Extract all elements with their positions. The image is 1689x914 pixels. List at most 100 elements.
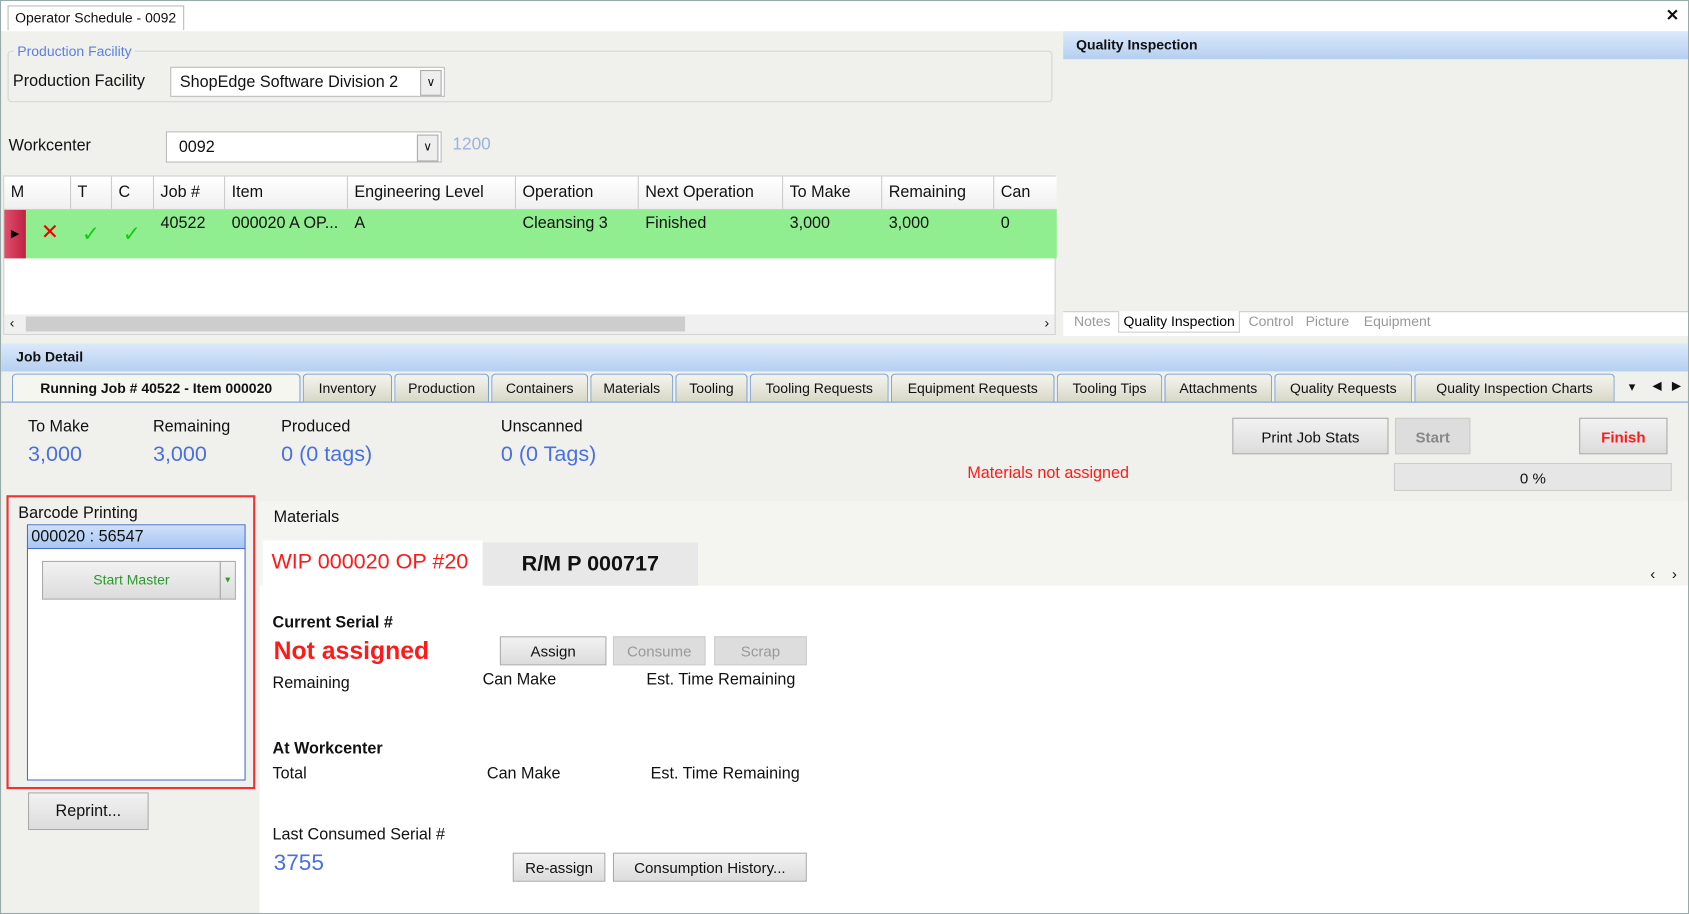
consumption-history-button[interactable]: Consumption History... bbox=[612, 852, 807, 882]
consume-button[interactable]: Consume bbox=[612, 636, 706, 666]
est-time-label: Est. Time Remaining bbox=[646, 670, 796, 690]
tab-picture[interactable]: Picture bbox=[1306, 313, 1350, 329]
current-serial-value: Not assigned bbox=[273, 636, 430, 665]
cell-item: 000020 A OP... bbox=[231, 214, 339, 233]
start-master-dropdown-icon[interactable]: ▼ bbox=[219, 560, 236, 600]
tab-tooling-tips[interactable]: Tooling Tips bbox=[1056, 373, 1163, 402]
col-operation[interactable]: Operation bbox=[516, 176, 639, 209]
facility-select[interactable]: ShopEdge Software Division 2 ∨ bbox=[170, 66, 445, 97]
tab-quality-inspection[interactable]: Quality Inspection bbox=[1118, 311, 1241, 333]
workcenter-label: Workcenter bbox=[8, 136, 91, 156]
check-icon: ✓ bbox=[81, 222, 100, 247]
col-can-make[interactable]: Can Ma bbox=[994, 177, 1056, 234]
print-job-stats-button[interactable]: Print Job Stats bbox=[1232, 417, 1389, 455]
scrap-button[interactable]: Scrap bbox=[714, 636, 807, 666]
unscanned-value: 0 (0 Tags) bbox=[500, 442, 597, 467]
tab-wip[interactable]: WIP 000020 OP #20 bbox=[262, 540, 483, 586]
check-icon: ✓ bbox=[122, 222, 141, 247]
chevron-down-icon[interactable]: ∨ bbox=[420, 69, 442, 96]
workcenter-select[interactable]: 0092 ∨ bbox=[165, 131, 442, 163]
current-serial-label: Current Serial # bbox=[272, 613, 393, 632]
tab-equipment-requests[interactable]: Equipment Requests bbox=[890, 373, 1055, 402]
col-next-operation[interactable]: Next Operation bbox=[639, 176, 784, 209]
materials-title: Materials bbox=[273, 508, 340, 527]
cell-to-make: 3,000 bbox=[789, 214, 831, 233]
horizontal-scrollbar[interactable]: ‹ › bbox=[4, 314, 1055, 334]
tab-divider bbox=[1, 401, 1688, 403]
at-workcenter-label: At Workcenter bbox=[272, 739, 383, 758]
cell-can-make: 0 bbox=[1000, 214, 1010, 233]
col-to-make[interactable]: To Make bbox=[783, 176, 883, 209]
reprint-button[interactable]: Reprint... bbox=[28, 792, 149, 831]
tab-overflow-icon[interactable]: ▾ bbox=[1629, 379, 1635, 394]
materials-scroll-left-icon[interactable]: ‹ bbox=[1650, 565, 1655, 582]
tab-running-job[interactable]: Running Job # 40522 - Item 000020 bbox=[11, 373, 301, 402]
tab-quality-requests[interactable]: Quality Requests bbox=[1274, 373, 1413, 402]
cancel-x-icon: ✕ bbox=[40, 220, 59, 245]
close-icon[interactable]: ✕ bbox=[1666, 5, 1680, 24]
operator-schedule-window: Operator Schedule - 0092 ✕ Production Fa… bbox=[0, 0, 1689, 914]
tab-equipment[interactable]: Equipment bbox=[1364, 313, 1431, 329]
facility-group-label: Production Facility bbox=[14, 43, 135, 60]
job-detail-header: Job Detail bbox=[1, 343, 1688, 372]
progress-bar: 0 % bbox=[1393, 462, 1672, 491]
col-m[interactable]: M bbox=[4, 176, 72, 209]
col-remaining[interactable]: Remaining bbox=[882, 176, 995, 209]
finish-button[interactable]: Finish bbox=[1579, 417, 1668, 455]
cell-next-operation: Finished bbox=[645, 214, 707, 233]
workcenter-value: 0092 bbox=[178, 137, 215, 157]
reassign-button[interactable]: Re-assign bbox=[512, 852, 606, 882]
barcode-list: 000020 : 56547 Start Master ▼ bbox=[26, 524, 246, 781]
chevron-down-icon[interactable]: ∨ bbox=[416, 134, 439, 162]
tab-tooling[interactable]: Tooling bbox=[675, 373, 748, 402]
facility-group bbox=[7, 50, 1053, 103]
tab-inventory[interactable]: Inventory bbox=[302, 373, 393, 402]
grid-header: M T C Job # Item Engineering Level Opera… bbox=[4, 176, 1057, 234]
col-t[interactable]: T bbox=[71, 176, 113, 209]
document-tab[interactable]: Operator Schedule - 0092 bbox=[7, 5, 184, 31]
workcenter-extra: 1200 bbox=[452, 135, 491, 154]
facility-label: Production Facility bbox=[12, 72, 145, 91]
wc-est-time-label: Est. Time Remaining bbox=[650, 764, 800, 783]
tab-materials[interactable]: Materials bbox=[590, 373, 674, 402]
remaining-label: Remaining bbox=[152, 417, 231, 437]
to-make-value: 3,000 bbox=[28, 442, 82, 467]
tab-tooling-requests[interactable]: Tooling Requests bbox=[749, 373, 889, 402]
cell-eng-level: A bbox=[354, 214, 366, 233]
row-selector-icon[interactable]: ▶ bbox=[4, 209, 26, 259]
last-serial-label: Last Consumed Serial # bbox=[272, 825, 445, 845]
produced-value: 0 (0 tags) bbox=[281, 442, 373, 467]
produced-label: Produced bbox=[281, 417, 351, 437]
start-master-button[interactable]: Start Master bbox=[42, 560, 221, 600]
tab-raw-material[interactable]: R/M P 000717 bbox=[482, 542, 699, 586]
cell-remaining: 3,000 bbox=[888, 214, 930, 233]
table-row[interactable]: ▶ ✕ ✓ ✓ 40522 000020 A OP... A Cleansing… bbox=[4, 209, 1057, 259]
col-item[interactable]: Item bbox=[225, 176, 348, 209]
scroll-right-icon[interactable]: › bbox=[1045, 314, 1050, 330]
col-eng-level[interactable]: Engineering Level bbox=[348, 176, 516, 209]
materials-scroll-right-icon[interactable]: › bbox=[1672, 565, 1677, 582]
cell-job: 40522 bbox=[160, 214, 206, 233]
scroll-left-icon[interactable]: ‹ bbox=[10, 314, 15, 330]
tab-scroll-left-icon[interactable]: ◀ bbox=[1652, 379, 1661, 393]
assign-button[interactable]: Assign bbox=[499, 636, 607, 666]
unscanned-label: Unscanned bbox=[500, 417, 583, 437]
tab-notes[interactable]: Notes bbox=[1074, 313, 1111, 329]
tab-attachments[interactable]: Attachments bbox=[1164, 373, 1273, 402]
scrollbar-thumb[interactable] bbox=[25, 316, 686, 332]
progress-text: 0 % bbox=[1519, 469, 1546, 487]
col-c[interactable]: C bbox=[112, 176, 155, 209]
tab-quality-inspection-charts[interactable]: Quality Inspection Charts bbox=[1414, 373, 1615, 402]
start-button[interactable]: Start bbox=[1394, 417, 1471, 455]
tab-production[interactable]: Production bbox=[394, 373, 490, 402]
tab-containers[interactable]: Containers bbox=[491, 373, 589, 402]
wc-can-make-label: Can Make bbox=[486, 764, 561, 783]
to-make-label: To Make bbox=[28, 417, 90, 437]
cell-operation: Cleansing 3 bbox=[522, 214, 608, 233]
tab-control[interactable]: Control bbox=[1248, 313, 1293, 329]
tab-scroll-right-icon[interactable]: ▶ bbox=[1672, 379, 1681, 393]
barcode-item[interactable]: 000020 : 56547 bbox=[28, 525, 245, 550]
col-job[interactable]: Job # bbox=[154, 176, 226, 209]
title-bar bbox=[1, 1, 1688, 32]
remaining-value: 3,000 bbox=[152, 442, 207, 467]
